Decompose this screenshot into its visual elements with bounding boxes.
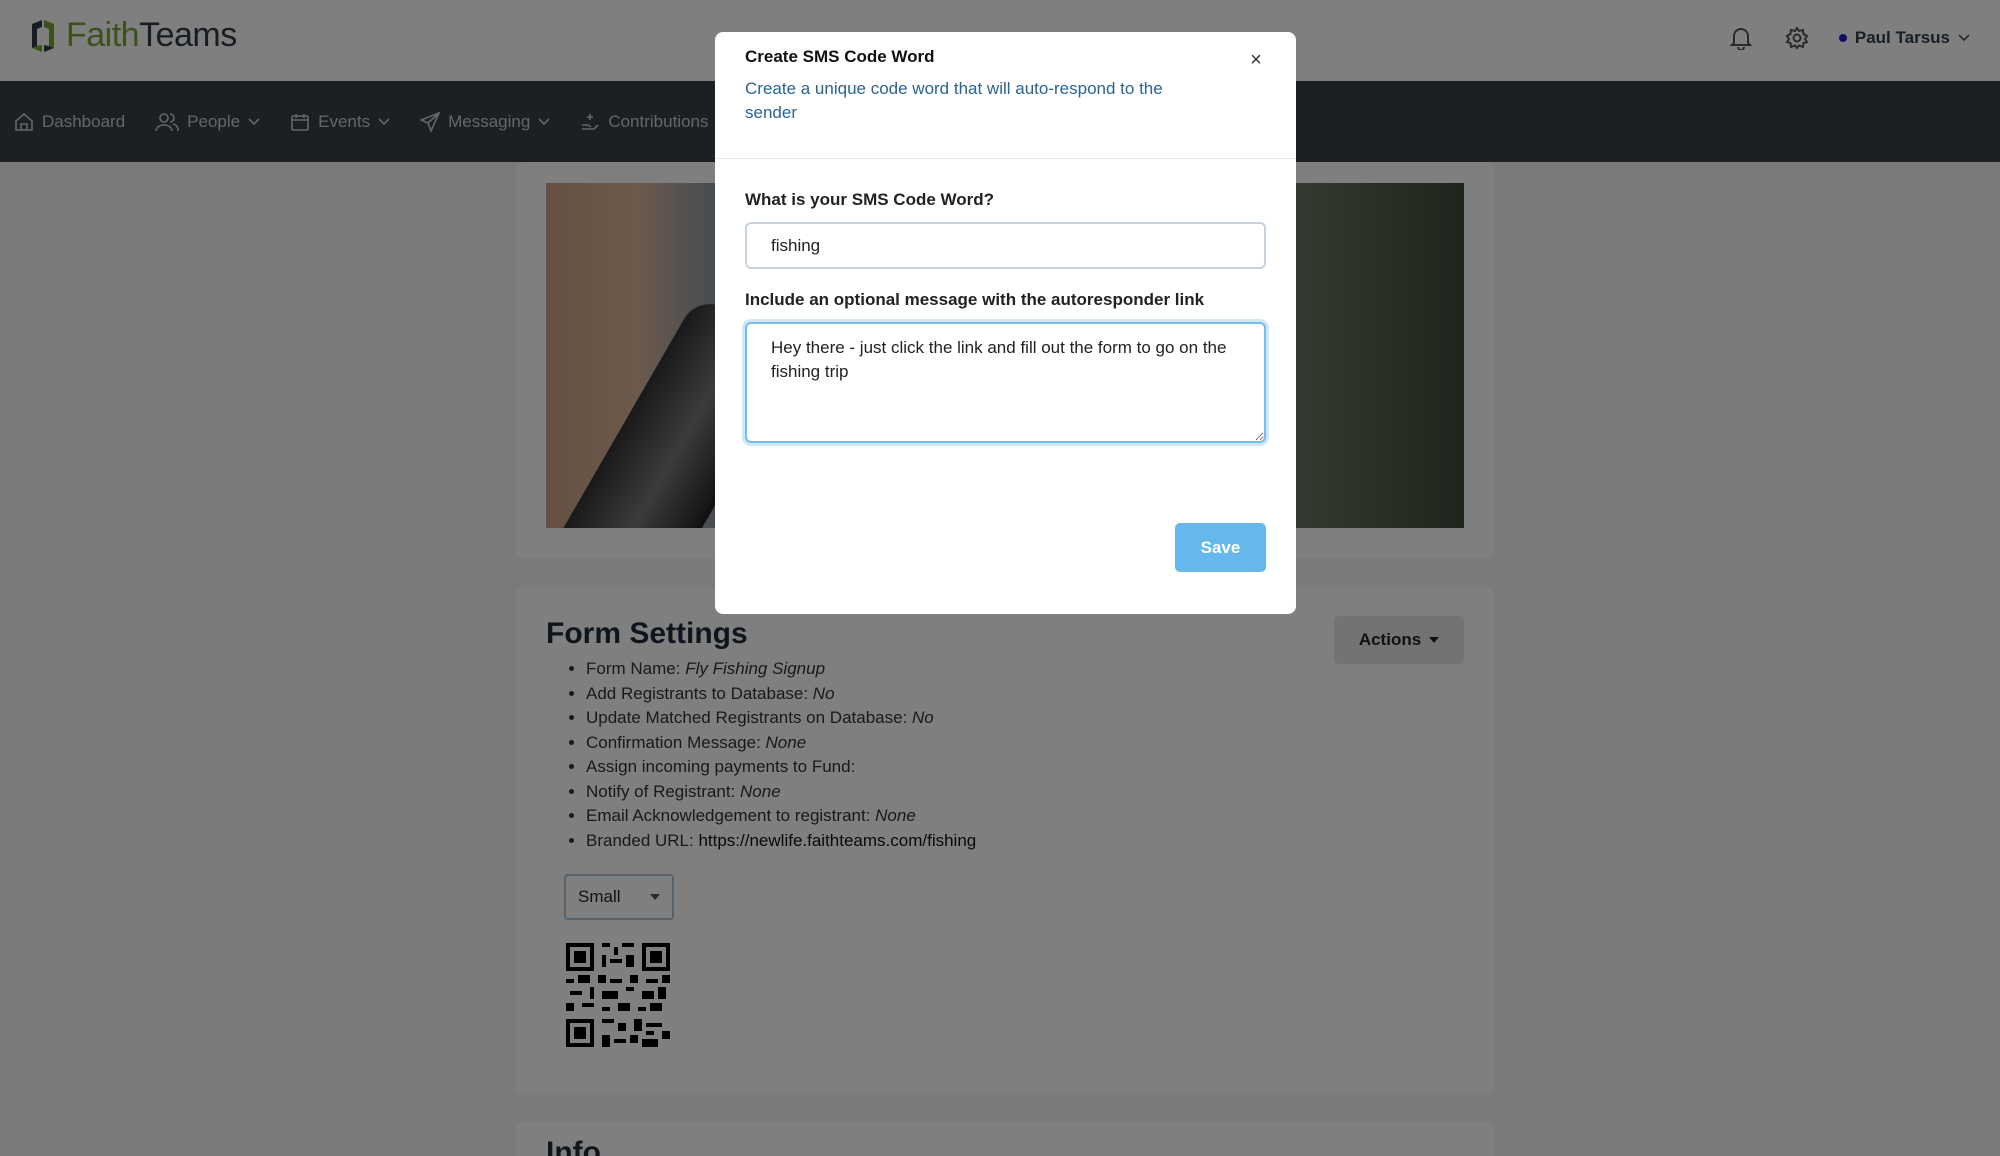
sms-code-word-modal: Create SMS Code Word Create a unique cod… <box>715 32 1296 614</box>
modal-header: Create SMS Code Word Create a unique cod… <box>715 32 1296 159</box>
code-word-input[interactable] <box>745 222 1266 269</box>
code-word-label: What is your SMS Code Word? <box>745 190 995 209</box>
save-button[interactable]: Save <box>1175 523 1266 572</box>
autoresponder-message-textarea[interactable]: Hey there - just click the link and fill… <box>745 322 1266 443</box>
close-icon[interactable]: × <box>1244 48 1268 72</box>
modal-subtitle: Create a unique code word that will auto… <box>745 79 1163 122</box>
modal-title: Create SMS Code Word <box>745 47 935 66</box>
message-label: Include an optional message with the aut… <box>745 290 1205 309</box>
